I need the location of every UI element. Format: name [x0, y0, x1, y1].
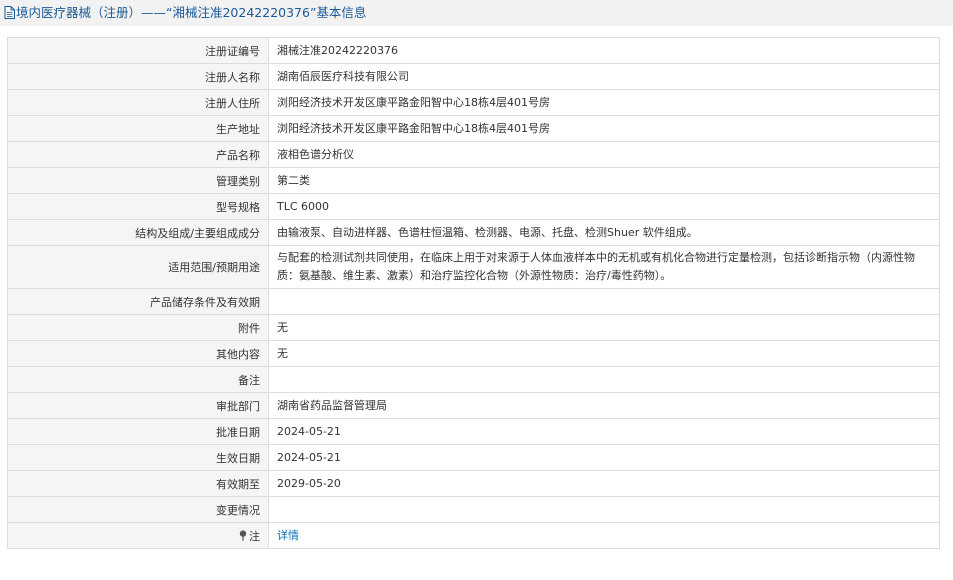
- row-label: 注册人住所: [7, 89, 269, 116]
- detail-link[interactable]: 详情: [277, 529, 299, 542]
- note-label-cell: 注: [7, 522, 269, 549]
- table-row: 注册人名称 湖南佰辰医疗科技有限公司: [7, 63, 940, 90]
- row-label: 审批部门: [7, 392, 269, 419]
- table-row: 结构及组成/主要组成成分 由输液泵、自动进样器、色谱柱恒温箱、检测器、电源、托盘…: [7, 219, 940, 246]
- row-value: [268, 366, 940, 393]
- row-value: 与配套的检测试剂共同使用，在临床上用于对来源于人体血液样本中的无机或有机化合物进…: [268, 245, 940, 289]
- row-value: 液相色谱分析仪: [268, 141, 940, 168]
- row-label: 批准日期: [7, 418, 269, 445]
- table-row: 注册人住所 浏阳经济技术开发区康平路金阳智中心18栋4层401号房: [7, 89, 940, 116]
- row-label: 生效日期: [7, 444, 269, 471]
- table-row: 批准日期 2024-05-21: [7, 418, 940, 445]
- row-label: 变更情况: [7, 496, 269, 523]
- document-icon: [4, 2, 15, 28]
- info-table: 注册证编号 湘械注准20242220376 注册人名称 湖南佰辰医疗科技有限公司…: [7, 37, 940, 549]
- row-label: 注册人名称: [7, 63, 269, 90]
- table-row: 管理类别 第二类: [7, 167, 940, 194]
- table-row: 有效期至 2029-05-20: [7, 470, 940, 497]
- note-label: 注: [249, 529, 260, 543]
- table-row: 审批部门 湖南省药品监督管理局: [7, 392, 940, 419]
- row-label: 附件: [7, 314, 269, 341]
- row-label: 生产地址: [7, 115, 269, 142]
- table-row: 型号规格 TLC 6000: [7, 193, 940, 220]
- table-row: 产品储存条件及有效期: [7, 288, 940, 315]
- row-value: 2024-05-21: [268, 444, 940, 471]
- row-value: 2029-05-20: [268, 470, 940, 497]
- row-value: 浏阳经济技术开发区康平路金阳智中心18栋4层401号房: [268, 89, 940, 116]
- row-value: 湖南省药品监督管理局: [268, 392, 940, 419]
- row-label: 适用范围/预期用途: [7, 245, 269, 289]
- table-row: 备注: [7, 366, 940, 393]
- row-value: 无: [268, 340, 940, 367]
- row-value: 由输液泵、自动进样器、色谱柱恒温箱、检测器、电源、托盘、检测Shuer 软件组成…: [268, 219, 940, 246]
- row-label: 产品储存条件及有效期: [7, 288, 269, 315]
- row-label: 结构及组成/主要组成成分: [7, 219, 269, 246]
- row-value: 浏阳经济技术开发区康平路金阳智中心18栋4层401号房: [268, 115, 940, 142]
- table-row: 适用范围/预期用途 与配套的检测试剂共同使用，在临床上用于对来源于人体血液样本中…: [7, 245, 940, 289]
- row-label: 产品名称: [7, 141, 269, 168]
- table-row: 变更情况: [7, 496, 940, 523]
- row-label: 备注: [7, 366, 269, 393]
- row-value: [268, 496, 940, 523]
- row-label: 型号规格: [7, 193, 269, 220]
- table-row: 产品名称 液相色谱分析仪: [7, 141, 940, 168]
- pin-icon: [239, 529, 247, 544]
- row-value: 湖南佰辰医疗科技有限公司: [268, 63, 940, 90]
- page-title: 境内医疗器械（注册）——“湘械注准20242220376”基本信息: [16, 5, 367, 20]
- table-row-note: 注 详情: [7, 522, 940, 549]
- detail-cell: 详情: [268, 522, 940, 549]
- info-container: 注册证编号 湘械注准20242220376 注册人名称 湖南佰辰医疗科技有限公司…: [0, 26, 953, 549]
- row-label: 注册证编号: [7, 37, 269, 64]
- table-row: 附件 无: [7, 314, 940, 341]
- row-value: 第二类: [268, 167, 940, 194]
- table-row: 生效日期 2024-05-21: [7, 444, 940, 471]
- row-label: 有效期至: [7, 470, 269, 497]
- table-row: 其他内容 无: [7, 340, 940, 367]
- row-value: 无: [268, 314, 940, 341]
- row-value: 2024-05-21: [268, 418, 940, 445]
- row-value: 湘械注准20242220376: [268, 37, 940, 64]
- table-row: 注册证编号 湘械注准20242220376: [7, 37, 940, 64]
- row-label: 管理类别: [7, 167, 269, 194]
- row-label: 其他内容: [7, 340, 269, 367]
- row-value: [268, 288, 940, 315]
- row-value: TLC 6000: [268, 193, 940, 220]
- page-header: 境内医疗器械（注册）——“湘械注准20242220376”基本信息: [0, 0, 953, 26]
- table-row: 生产地址 浏阳经济技术开发区康平路金阳智中心18栋4层401号房: [7, 115, 940, 142]
